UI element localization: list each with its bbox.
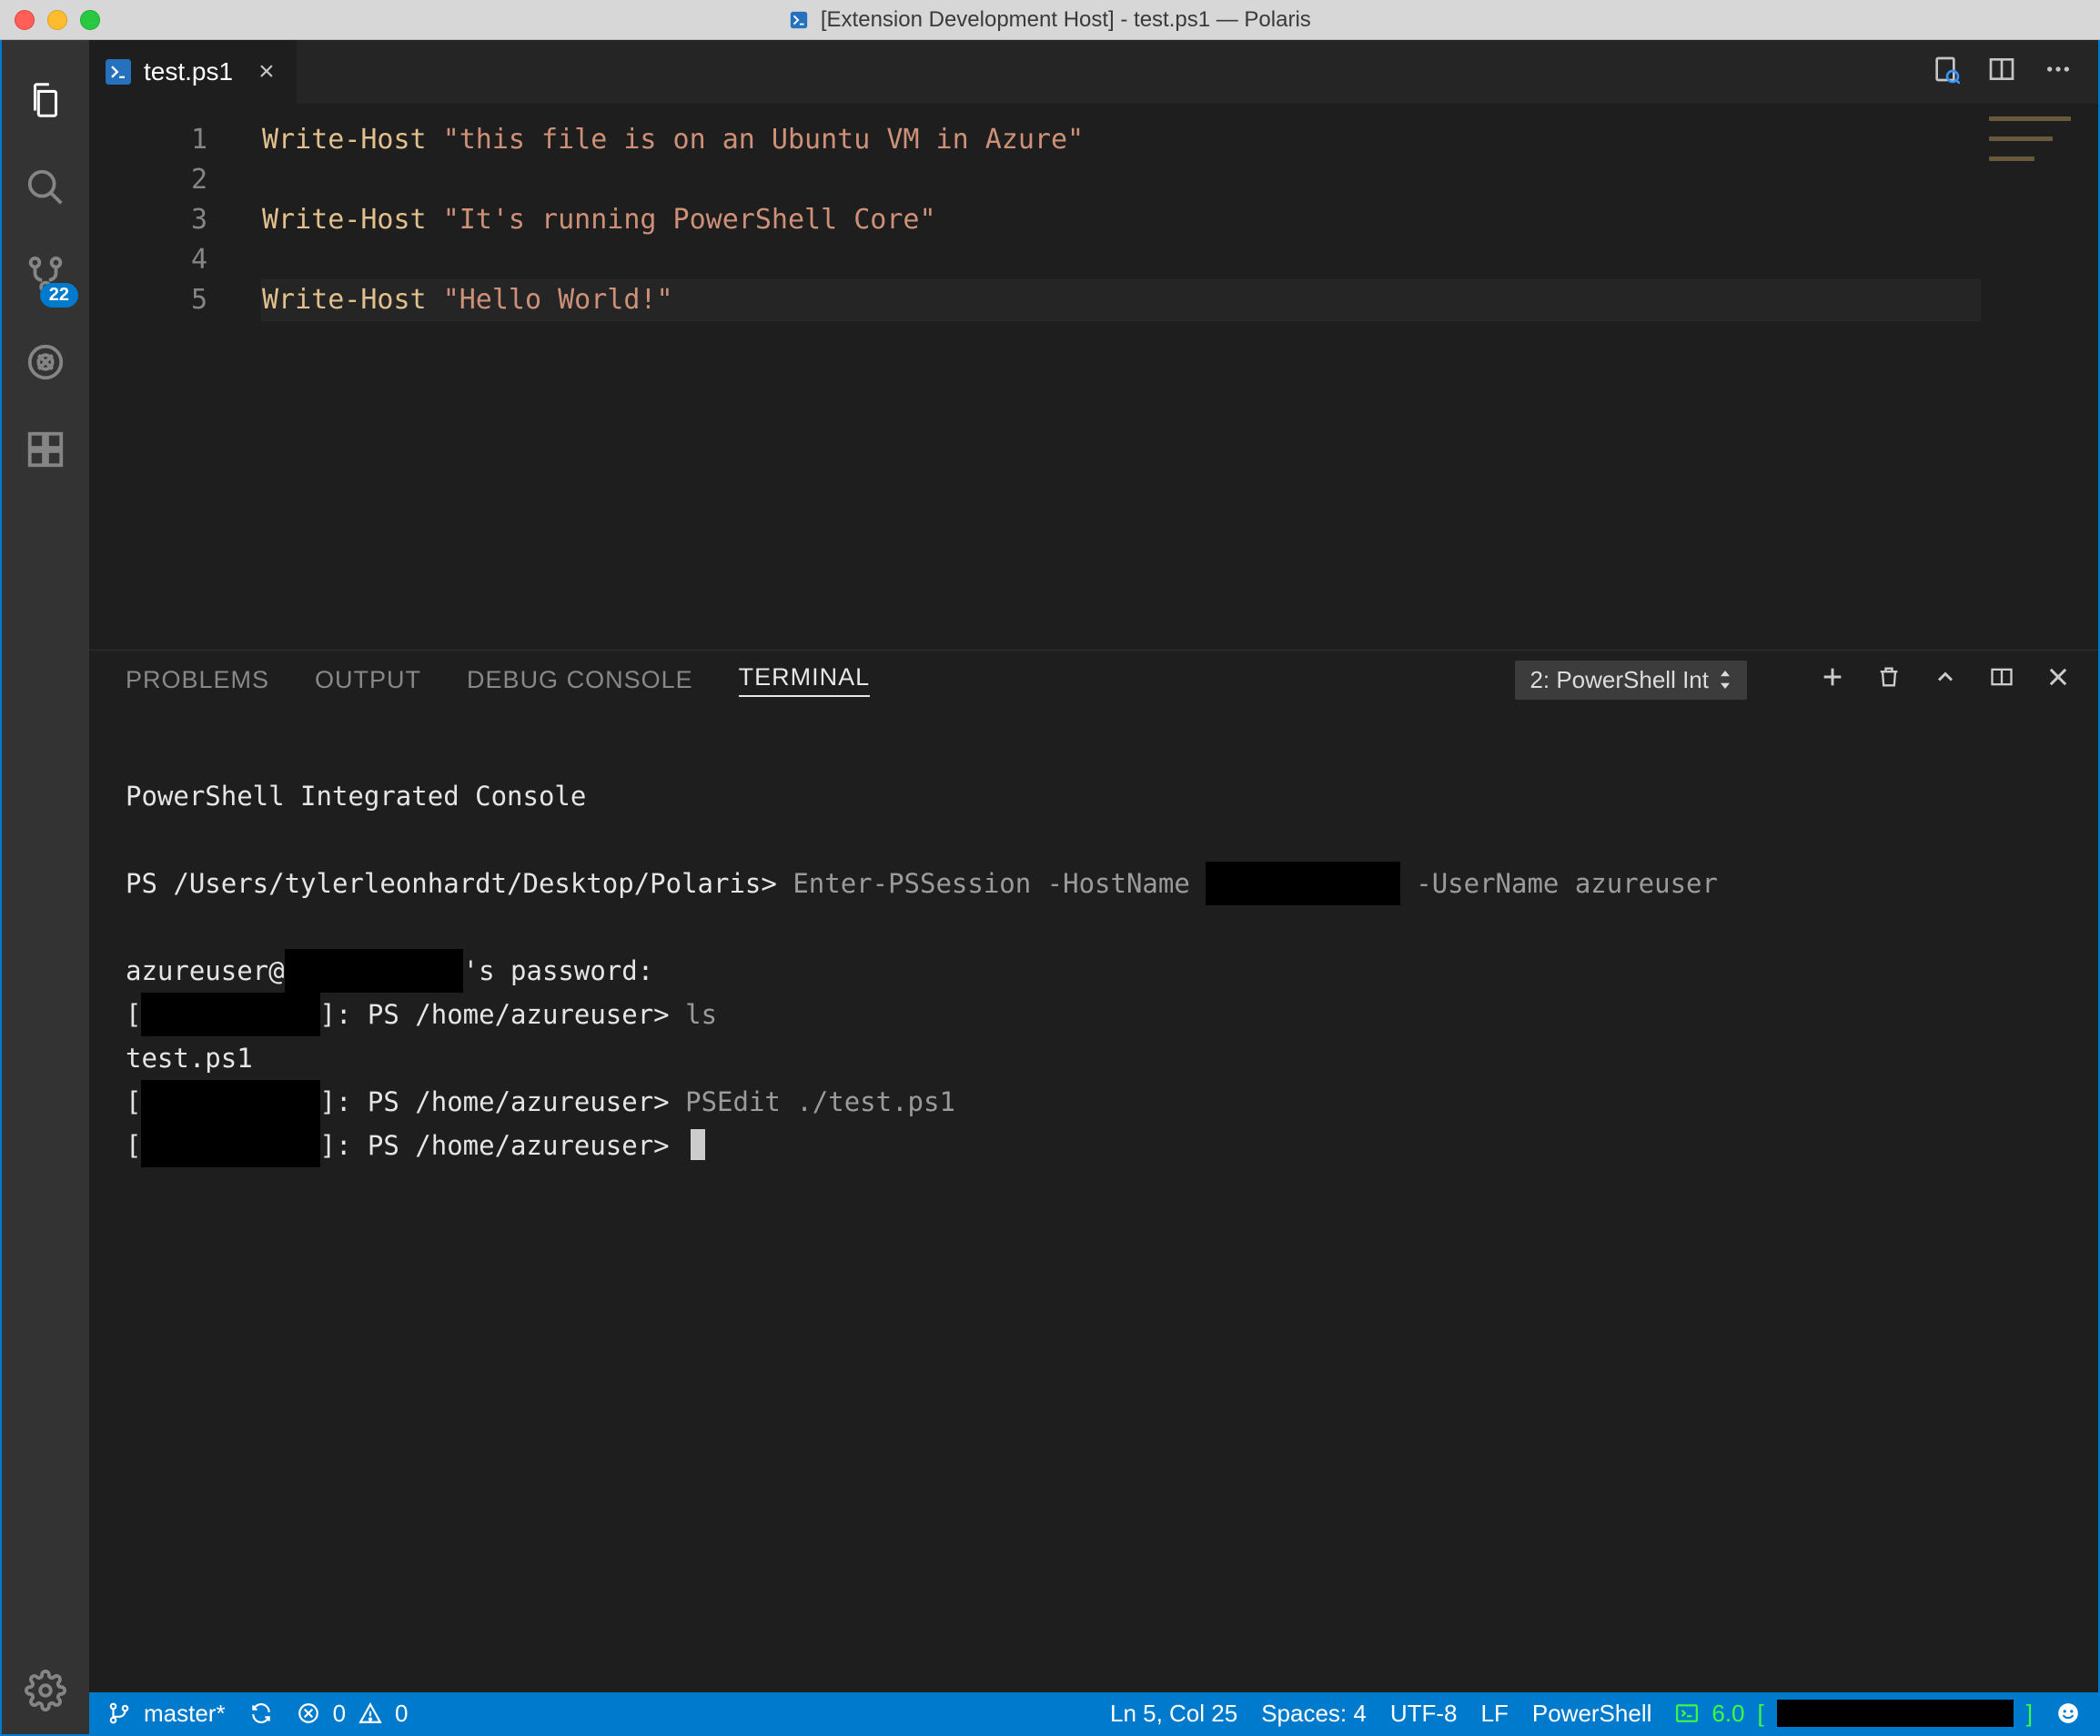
activity-bar: 22 bbox=[2, 40, 89, 1734]
git-branch-icon bbox=[107, 1701, 131, 1725]
terminal-content[interactable]: PowerShell Integrated Console PS /Users/… bbox=[89, 709, 2098, 1692]
more-actions-icon[interactable] bbox=[2044, 55, 2073, 89]
tab-label: test.ps1 bbox=[144, 57, 233, 86]
kill-terminal-icon[interactable] bbox=[1876, 664, 1902, 696]
minimap[interactable] bbox=[1989, 116, 2089, 189]
bottom-panel: PROBLEMS OUTPUT DEBUG CONSOLE TERMINAL 2… bbox=[89, 650, 2098, 1692]
updown-icon bbox=[1718, 671, 1732, 689]
terminal-selector[interactable]: 2: PowerShell Int bbox=[1515, 661, 1747, 700]
smiley-icon bbox=[2056, 1701, 2080, 1725]
new-terminal-icon[interactable] bbox=[1820, 664, 1845, 696]
terminal-line: [xxxxxxxxxxx]: PS /home/azureuser> bbox=[126, 1130, 705, 1161]
tab-close-icon[interactable]: × bbox=[258, 56, 275, 87]
status-feedback[interactable] bbox=[2056, 1701, 2080, 1725]
split-editor-icon[interactable] bbox=[1987, 55, 2016, 89]
maximize-panel-icon[interactable] bbox=[1933, 664, 1958, 696]
editor-tabs: test.ps1 × bbox=[89, 40, 2098, 104]
split-terminal-icon[interactable] bbox=[1989, 664, 2014, 696]
powershell-file-icon bbox=[106, 59, 131, 85]
extensions-icon[interactable] bbox=[18, 422, 73, 477]
status-powershell-version[interactable]: 6.0 [ ] bbox=[1675, 1700, 2033, 1728]
code-content[interactable]: Write-Host "this file is on an Ubuntu VM… bbox=[262, 120, 1980, 320]
status-problems[interactable]: 0 0 bbox=[297, 1700, 409, 1728]
panel-tab-output[interactable]: OUTPUT bbox=[315, 666, 421, 694]
explorer-icon[interactable] bbox=[18, 73, 73, 127]
panel-tabs: PROBLEMS OUTPUT DEBUG CONSOLE TERMINAL 2… bbox=[89, 651, 2098, 709]
settings-gear-icon[interactable] bbox=[18, 1663, 73, 1718]
error-icon bbox=[297, 1701, 320, 1725]
code-line[interactable] bbox=[262, 160, 1980, 200]
sync-icon bbox=[249, 1701, 273, 1725]
close-panel-icon[interactable] bbox=[2045, 664, 2071, 696]
terminal-cursor bbox=[691, 1129, 705, 1160]
code-line[interactable] bbox=[262, 240, 1980, 280]
status-language[interactable]: PowerShell bbox=[1532, 1700, 1652, 1728]
terminal-line: [xxxxxxxxxxx]: PS /home/azureuser> PSEdi… bbox=[126, 1086, 955, 1117]
panel-tab-problems[interactable]: PROBLEMS bbox=[126, 666, 269, 694]
status-indentation[interactable]: Spaces: 4 bbox=[1261, 1700, 1367, 1728]
window-titlebar: [Extension Development Host] - test.ps1 … bbox=[0, 0, 2100, 40]
terminal-line: azureuser@xxxxxxxxxxx's password: bbox=[126, 955, 653, 986]
window-title: [Extension Development Host] - test.ps1 … bbox=[0, 7, 2100, 33]
status-cursor-position[interactable]: Ln 5, Col 25 bbox=[1110, 1700, 1237, 1728]
debug-icon[interactable] bbox=[18, 335, 73, 389]
open-changes-icon[interactable] bbox=[1931, 55, 1960, 89]
status-branch[interactable]: master* bbox=[107, 1700, 226, 1728]
code-line[interactable]: Write-Host "It's running PowerShell Core… bbox=[262, 200, 1980, 240]
panel-tab-terminal[interactable]: TERMINAL bbox=[739, 663, 871, 697]
window-controls bbox=[15, 10, 100, 30]
minimize-window-button[interactable] bbox=[47, 10, 67, 30]
editor-actions bbox=[1931, 40, 2098, 104]
terminal-line: [xxxxxxxxxxx]: PS /home/azureuser> ls bbox=[126, 999, 717, 1030]
status-sync[interactable] bbox=[249, 1701, 273, 1725]
source-control-icon[interactable]: 22 bbox=[18, 247, 73, 302]
warning-icon bbox=[358, 1701, 382, 1725]
terminal-line: PS /Users/tylerleonhardt/Desktop/Polaris… bbox=[126, 868, 1718, 899]
main-column: test.ps1 × 1 2 3 4 bbox=[89, 40, 2098, 1734]
status-eol[interactable]: LF bbox=[1481, 1700, 1509, 1728]
redacted-host: xxxxxxxxxxx bbox=[141, 1080, 319, 1124]
scm-badge: 22 bbox=[40, 283, 78, 308]
redacted-host: xxxxxxxxxxx bbox=[141, 1124, 319, 1167]
status-bar: master* 0 0 Ln 5, Col 25 Spaces: 4 UTF-8… bbox=[89, 1692, 2098, 1734]
terminal-line: test.ps1 bbox=[126, 1043, 253, 1074]
close-window-button[interactable] bbox=[15, 10, 35, 30]
tab-test-ps1[interactable]: test.ps1 × bbox=[89, 40, 298, 104]
powershell-terminal-icon bbox=[1675, 1701, 1699, 1725]
redacted-session bbox=[1777, 1700, 2014, 1727]
terminal-line: PowerShell Integrated Console bbox=[126, 781, 586, 812]
redacted-host: xxxxxxxxxxx bbox=[141, 993, 319, 1036]
search-icon[interactable] bbox=[18, 160, 73, 215]
app-body: 22 test.ps1 × bbox=[0, 40, 2100, 1736]
panel-tab-debug-console[interactable]: DEBUG CONSOLE bbox=[467, 666, 693, 694]
line-gutter: 1 2 3 4 5 bbox=[89, 120, 244, 320]
zoom-window-button[interactable] bbox=[80, 10, 100, 30]
code-editor[interactable]: 1 2 3 4 5 Write-Host "this file is on an… bbox=[89, 104, 2098, 650]
redacted-hostname: xxxxxxxxxxxx bbox=[1206, 862, 1400, 905]
redacted-host: xxxxxxxxxxx bbox=[285, 949, 463, 993]
status-encoding[interactable]: UTF-8 bbox=[1390, 1700, 1458, 1728]
code-line[interactable]: Write-Host "Hello World!" bbox=[262, 280, 1980, 320]
code-line[interactable]: Write-Host "this file is on an Ubuntu VM… bbox=[262, 120, 1980, 160]
